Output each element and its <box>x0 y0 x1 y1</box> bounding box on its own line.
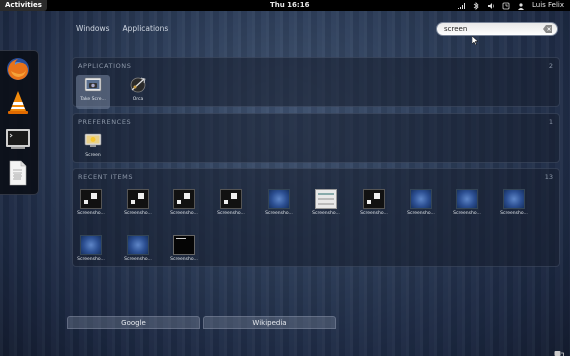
recent-item-label: Screensho... <box>453 211 481 216</box>
recent-item[interactable]: Screensho... <box>164 187 204 221</box>
recent-item-label: Screensho... <box>265 211 293 216</box>
recent-item-label: Screensho... <box>170 257 198 262</box>
search-google-button[interactable]: Google <box>67 316 200 329</box>
screen-settings-icon <box>84 133 102 147</box>
recent-item[interactable]: Screensho... <box>71 233 111 267</box>
section-title: RECENT ITEMS <box>78 173 134 181</box>
section-count: 2 <box>548 62 553 70</box>
recent-item-label: Screensho... <box>312 211 340 216</box>
dash <box>0 50 39 195</box>
clock[interactable]: Thu 16:16 <box>270 0 309 11</box>
screenshot-app-icon <box>84 77 102 92</box>
recent-item[interactable]: Screensho... <box>494 187 534 221</box>
recent-item[interactable]: Screensho... <box>306 187 346 221</box>
text-document-icon[interactable] <box>4 159 32 187</box>
pref-label: Screen <box>85 153 101 158</box>
terminal-icon[interactable] <box>4 125 32 153</box>
recent-item[interactable]: Screensho... <box>211 187 251 221</box>
search-clear-icon[interactable] <box>543 25 552 33</box>
section-title: APPLICATIONS <box>78 62 132 70</box>
recent-item-label: Screensho... <box>77 257 105 262</box>
recent-item[interactable]: Screensho... <box>401 187 441 221</box>
applications-section: APPLICATIONS 2 Take Scre... Orca <box>72 57 560 109</box>
recent-item-label: Screensho... <box>170 211 198 216</box>
vlc-icon[interactable] <box>4 89 32 117</box>
recent-item-label: Screensho... <box>124 257 152 262</box>
recent-item[interactable]: Screensho... <box>354 187 394 221</box>
screenshot-thumbnail <box>127 189 149 209</box>
top-panel: Activities Thu 16:16 Luis Felix <box>0 0 570 11</box>
screenshot-thumbnail <box>410 189 432 209</box>
recent-item[interactable]: Screensho... <box>118 187 158 221</box>
recent-item[interactable]: Screensho... <box>259 187 299 221</box>
recent-items-section: RECENT ITEMS 13 Screensho... Screensho..… <box>72 168 560 267</box>
network-signal-icon[interactable] <box>457 2 465 10</box>
screenshot-thumbnail <box>173 235 195 255</box>
app-orca[interactable]: Orca <box>121 75 155 109</box>
section-count: 1 <box>548 118 553 126</box>
view-selector: Windows Applications <box>76 24 168 33</box>
search-wikipedia-button[interactable]: Wikipedia <box>203 316 336 329</box>
screenshot-thumbnail <box>80 189 102 209</box>
screenshot-thumbnail <box>456 189 478 209</box>
recent-item-label: Screensho... <box>217 211 245 216</box>
search-input[interactable]: screen <box>436 22 558 36</box>
recent-item-label: Screensho... <box>77 211 105 216</box>
tab-windows[interactable]: Windows <box>76 24 109 33</box>
bluetooth-icon[interactable] <box>472 1 480 10</box>
activities-button[interactable]: Activities <box>0 0 47 11</box>
recent-item-label: Screensho... <box>407 211 435 216</box>
message-tray-icon[interactable] <box>554 343 564 356</box>
user-icon <box>517 2 525 10</box>
system-tray: Luis Felix <box>457 0 564 11</box>
recent-item-label: Screensho... <box>500 211 528 216</box>
recent-item[interactable]: Screensho... <box>164 233 204 267</box>
screenshot-thumbnail <box>268 189 290 209</box>
recent-item[interactable]: Screensho... <box>71 187 111 221</box>
app-take-screenshot[interactable]: Take Scre... <box>76 75 110 109</box>
section-count: 13 <box>544 173 553 181</box>
recent-item[interactable]: Screensho... <box>447 187 487 221</box>
screenshot-thumbnail <box>80 235 102 255</box>
recent-item[interactable]: Screensho... <box>118 233 158 267</box>
screenshot-thumbnail <box>315 189 337 209</box>
user-menu[interactable]: Luis Felix <box>532 0 564 11</box>
orca-screen-reader-icon <box>130 77 146 93</box>
mouse-pointer-icon <box>471 30 479 46</box>
search-text: screen <box>444 25 468 33</box>
pref-screen[interactable]: Screen <box>76 131 110 165</box>
tab-applications[interactable]: Applications <box>122 24 168 33</box>
keyboard-icon[interactable] <box>502 2 510 10</box>
section-title: PREFERENCES <box>78 118 132 126</box>
screenshot-thumbnail <box>363 189 385 209</box>
app-label: Take Scre... <box>80 97 106 102</box>
app-label: Orca <box>132 97 144 102</box>
volume-icon[interactable] <box>487 2 495 10</box>
screenshot-thumbnail <box>127 235 149 255</box>
recent-item-label: Screensho... <box>360 211 388 216</box>
screenshot-thumbnail <box>503 189 525 209</box>
screenshot-thumbnail <box>173 189 195 209</box>
preferences-section: PREFERENCES 1 Screen <box>72 113 560 163</box>
firefox-icon[interactable] <box>4 55 32 83</box>
recent-item-label: Screensho... <box>124 211 152 216</box>
screenshot-thumbnail <box>220 189 242 209</box>
